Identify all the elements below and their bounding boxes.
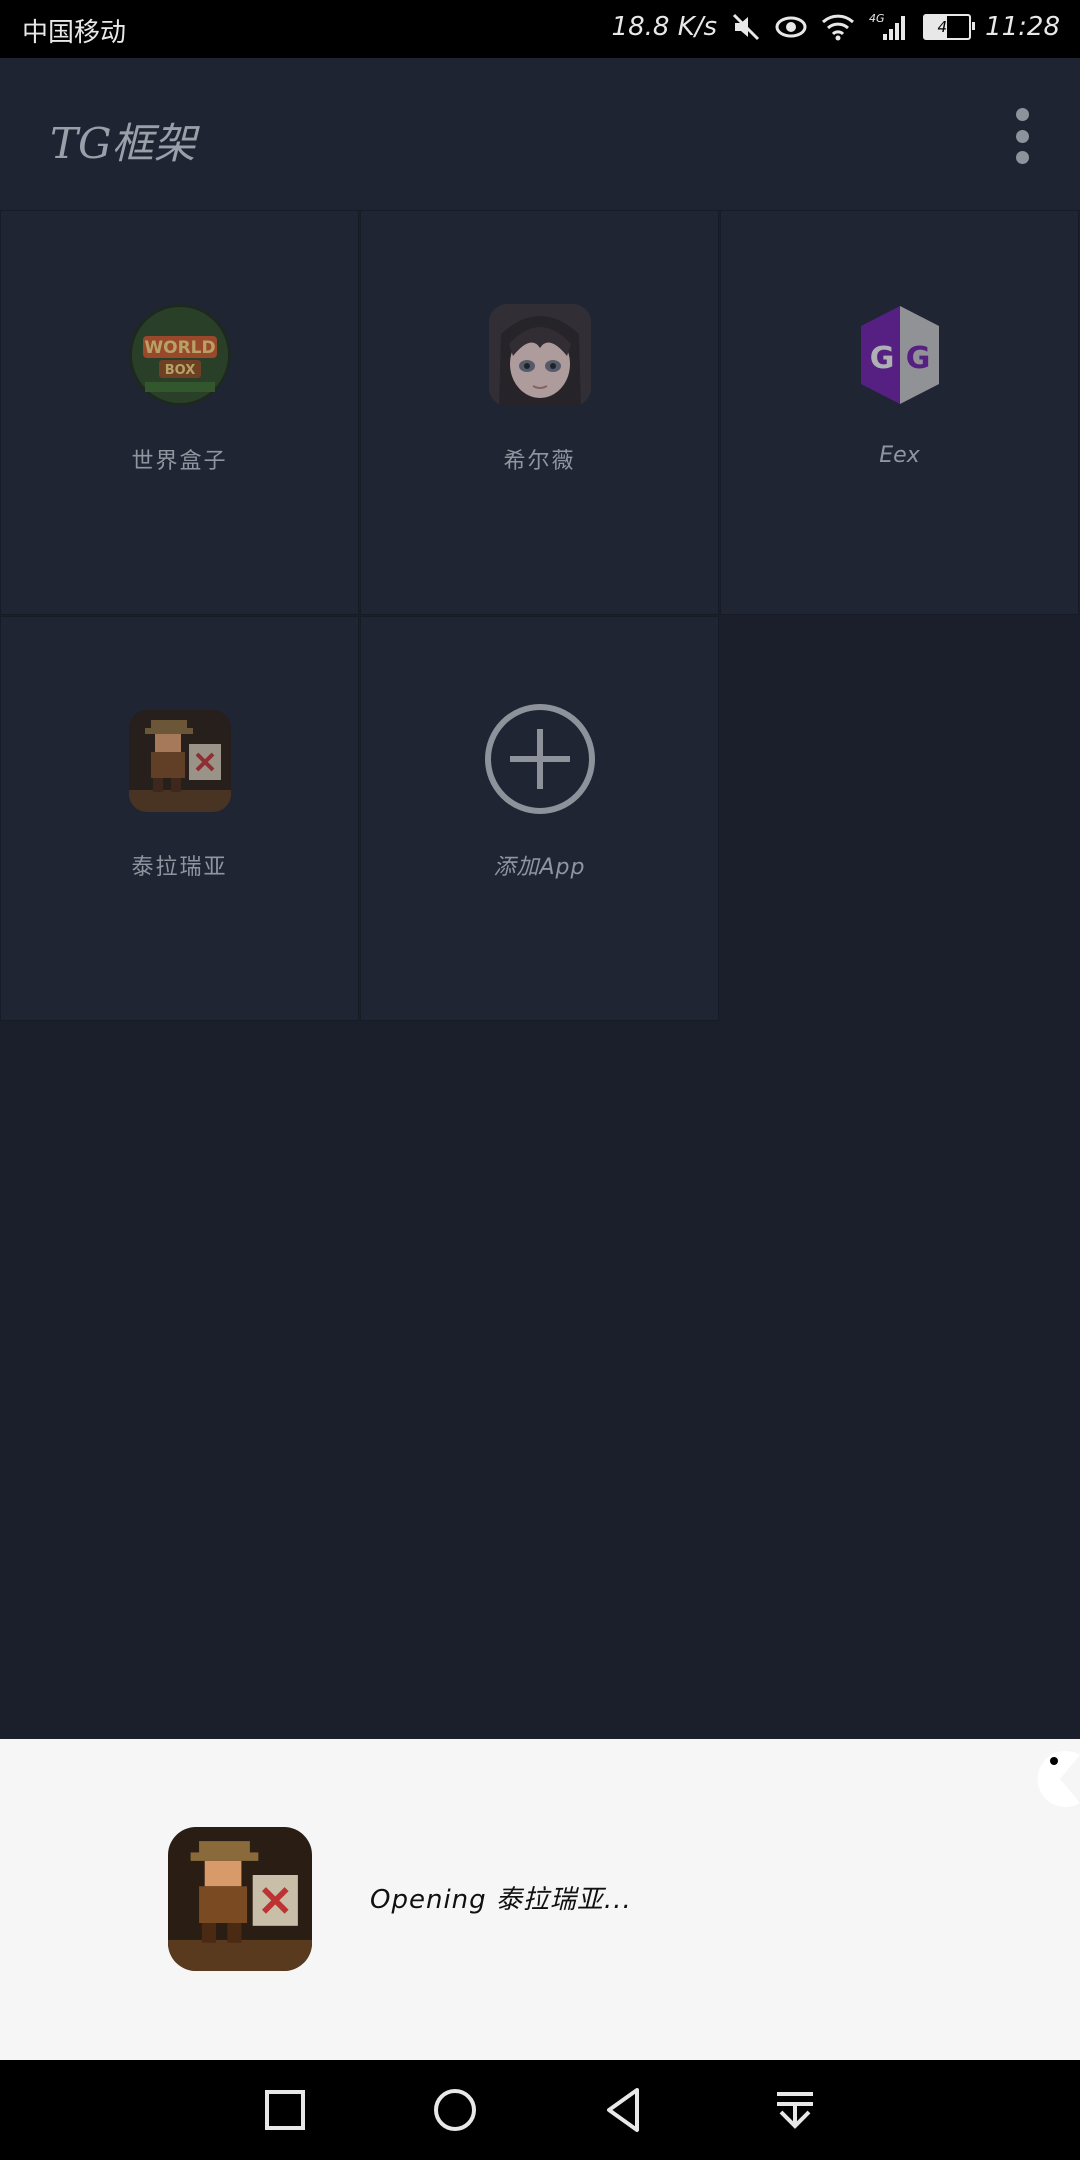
app-tile-terraria[interactable]: 泰拉瑞亚	[0, 616, 359, 1021]
net-speed: 18.8 K/s	[611, 12, 718, 42]
opening-status-text: Opening 泰拉瑞亚...	[370, 1885, 632, 1915]
app-tile-eex[interactable]: G G Eex	[720, 210, 1079, 615]
navigation-bar	[0, 2060, 1080, 2160]
battery-icon: 49	[923, 14, 976, 40]
back-triangle-icon[interactable]	[601, 2086, 649, 2134]
clock: 11:28	[985, 12, 1060, 42]
opening-panel: Opening 泰拉瑞亚...	[0, 1739, 1080, 2060]
network-type: 4G	[869, 12, 885, 25]
sylvie-avatar-icon	[488, 304, 591, 406]
recents-square-icon[interactable]	[261, 2086, 309, 2134]
add-app-label: 添加App	[493, 855, 586, 880]
app-tile-worldbox[interactable]: WORLD BOX 世界盒子	[0, 210, 359, 615]
wifi-icon	[821, 13, 855, 41]
notification-pull-icon[interactable]	[771, 2086, 819, 2134]
app-label: 希尔薇	[503, 449, 576, 474]
app-title: TG框架	[50, 119, 196, 168]
eye-icon	[775, 12, 807, 42]
status-bar: 中国移动 18.8 K/s 4G 49 11:28	[0, 0, 1080, 58]
app-tile-sylvie[interactable]: 希尔薇	[360, 210, 719, 615]
carrier-name: 中国移动	[22, 18, 127, 48]
add-app-tile[interactable]: 添加App	[360, 616, 719, 1021]
svg-text:WORLD: WORLD	[144, 338, 215, 358]
pacman-icon	[1024, 1751, 1080, 1807]
battery-level: 49	[937, 18, 957, 36]
mute-icon	[731, 12, 761, 42]
gameguardian-icon: G G	[849, 304, 951, 406]
app-label: Eex	[879, 443, 920, 468]
svg-text:G: G	[905, 341, 930, 376]
more-vert-icon[interactable]	[1014, 108, 1030, 164]
status-indicators: 18.8 K/s 4G 49 11:28	[612, 12, 1060, 42]
app-bar: TG框架	[0, 58, 1080, 210]
add-circle-icon	[482, 701, 598, 817]
svg-text:BOX: BOX	[164, 363, 195, 378]
svg-text:G: G	[869, 341, 894, 376]
terraria-icon	[168, 1827, 312, 1971]
app-label: 世界盒子	[131, 449, 228, 474]
terraria-icon	[128, 710, 231, 812]
home-circle-icon[interactable]	[431, 2086, 479, 2134]
worldbox-icon: WORLD BOX	[128, 304, 231, 406]
signal-icon: 4G	[869, 12, 909, 42]
app-label: 泰拉瑞亚	[131, 855, 228, 880]
